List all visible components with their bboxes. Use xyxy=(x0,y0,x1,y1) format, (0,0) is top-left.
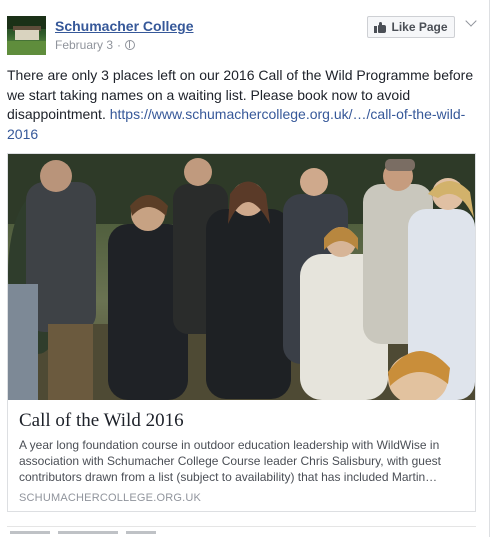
like-page-button[interactable]: Like Page xyxy=(367,16,455,38)
page-avatar[interactable] xyxy=(7,16,46,55)
post-date[interactable]: February 3 xyxy=(55,38,113,52)
post-meta: February 3 · xyxy=(55,38,136,52)
thumb-up-icon xyxy=(374,21,387,33)
attachment-text: Call of the Wild 2016 A year long founda… xyxy=(8,400,475,511)
attachment-description: A year long foundation course in outdoor… xyxy=(19,438,441,484)
meta-separator: · xyxy=(117,38,122,52)
like-page-label: Like Page xyxy=(391,20,448,34)
action-bar-peek xyxy=(10,531,310,537)
chevron-down-icon[interactable] xyxy=(466,18,476,28)
post-body: There are only 3 places left on our 2016… xyxy=(7,66,477,144)
footer-divider xyxy=(7,526,476,527)
link-attachment[interactable]: Call of the Wild 2016 A year long founda… xyxy=(7,153,476,512)
post-card: Schumacher College February 3 · Like Pag… xyxy=(0,0,490,537)
globe-icon xyxy=(125,40,136,50)
attachment-domain: SCHUMACHERCOLLEGE.ORG.UK xyxy=(19,492,202,504)
attachment-photo xyxy=(8,154,475,400)
page-name-link[interactable]: Schumacher College xyxy=(55,18,194,34)
attachment-title[interactable]: Call of the Wild 2016 xyxy=(19,410,459,432)
post-header: Schumacher College February 3 · Like Pag… xyxy=(7,16,483,58)
